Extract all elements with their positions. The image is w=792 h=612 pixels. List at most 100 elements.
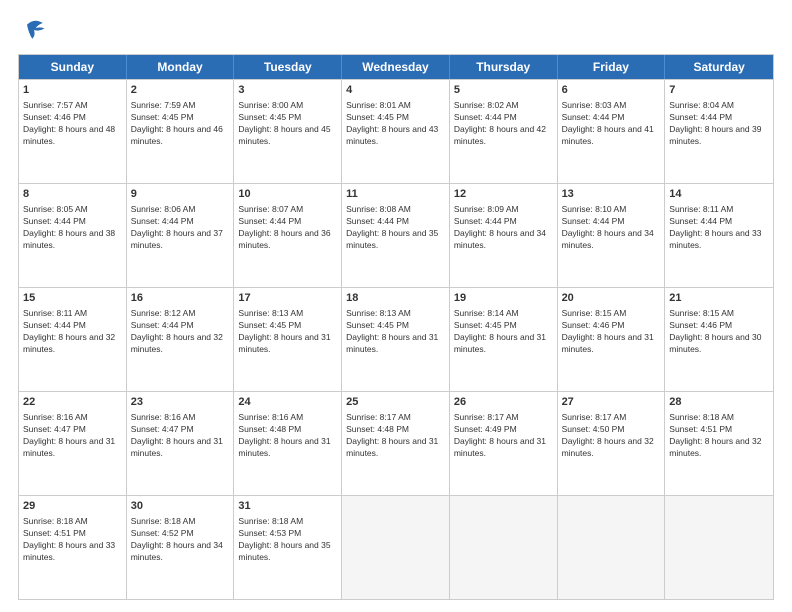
calendar-cell: 29 Sunrise: 8:18 AMSunset: 4:51 PMDayligh… (19, 496, 127, 599)
day-number: 19 (454, 291, 553, 306)
cell-details: Sunrise: 8:16 AMSunset: 4:48 PMDaylight:… (238, 412, 330, 458)
cell-details: Sunrise: 8:14 AMSunset: 4:45 PMDaylight:… (454, 308, 546, 354)
calendar-cell: 24Sunrise: 8:16 AMSunset: 4:48 PMDayligh… (234, 392, 342, 495)
day-number: 6 (562, 83, 661, 98)
day-number: 20 (562, 291, 661, 306)
calendar-cell: 15 Sunrise: 8:11 AMSunset: 4:44 PMDayligh… (19, 288, 127, 391)
cell-details: Sunrise: 7:59 AMSunset: 4:45 PMDaylight:… (131, 100, 223, 146)
calendar-cell: 30 Sunrise: 8:18 AMSunset: 4:52 PMDayligh… (127, 496, 235, 599)
cell-details: Sunrise: 8:02 AMSunset: 4:44 PMDaylight:… (454, 100, 546, 146)
day-number: 15 (23, 291, 122, 306)
calendar-cell: 2 Sunrise: 7:59 AMSunset: 4:45 PMDaylight… (127, 80, 235, 183)
cell-details: Sunrise: 8:17 AMSunset: 4:48 PMDaylight:… (346, 412, 438, 458)
calendar-week: 1 Sunrise: 7:57 AMSunset: 4:46 PMDaylight… (19, 79, 773, 183)
day-number: 3 (238, 83, 337, 98)
day-number: 29 (23, 499, 122, 514)
day-number: 28 (669, 395, 769, 410)
cell-details: Sunrise: 8:13 AMSunset: 4:45 PMDaylight:… (238, 308, 330, 354)
calendar: SundayMondayTuesdayWednesdayThursdayFrid… (18, 54, 774, 600)
cell-details: Sunrise: 8:15 AMSunset: 4:46 PMDaylight:… (669, 308, 761, 354)
cell-details: Sunrise: 8:07 AMSunset: 4:44 PMDaylight:… (238, 204, 330, 250)
calendar-cell (665, 496, 773, 599)
calendar-header-row: SundayMondayTuesdayWednesdayThursdayFrid… (19, 55, 773, 79)
calendar-cell: 10Sunrise: 8:07 AMSunset: 4:44 PMDayligh… (234, 184, 342, 287)
cell-details: Sunrise: 8:18 AMSunset: 4:51 PMDaylight:… (23, 516, 115, 562)
cell-details: Sunrise: 8:13 AMSunset: 4:45 PMDaylight:… (346, 308, 438, 354)
calendar-week: 22 Sunrise: 8:16 AMSunset: 4:47 PMDayligh… (19, 391, 773, 495)
calendar-header-cell: Wednesday (342, 55, 450, 79)
day-number: 12 (454, 187, 553, 202)
cell-details: Sunrise: 8:04 AMSunset: 4:44 PMDaylight:… (669, 100, 761, 146)
day-number: 30 (131, 499, 230, 514)
calendar-header-cell: Saturday (665, 55, 773, 79)
calendar-cell: 16 Sunrise: 8:12 AMSunset: 4:44 PMDayligh… (127, 288, 235, 391)
calendar-header-cell: Thursday (450, 55, 558, 79)
day-number: 26 (454, 395, 553, 410)
cell-details: Sunrise: 8:11 AMSunset: 4:44 PMDaylight:… (669, 204, 761, 250)
day-number: 9 (131, 187, 230, 202)
calendar-cell: 9Sunrise: 8:06 AMSunset: 4:44 PMDaylight… (127, 184, 235, 287)
day-number: 7 (669, 83, 769, 98)
calendar-header-cell: Sunday (19, 55, 127, 79)
day-number: 31 (238, 499, 337, 514)
calendar-cell: 11 Sunrise: 8:08 AMSunset: 4:44 PMDayligh… (342, 184, 450, 287)
logo (18, 16, 48, 44)
day-number: 11 (346, 187, 445, 202)
calendar-cell: 7 Sunrise: 8:04 AMSunset: 4:44 PMDaylight… (665, 80, 773, 183)
day-number: 21 (669, 291, 769, 306)
day-number: 4 (346, 83, 445, 98)
page: SundayMondayTuesdayWednesdayThursdayFrid… (0, 0, 792, 612)
cell-details: Sunrise: 8:05 AMSunset: 4:44 PMDaylight:… (23, 204, 115, 250)
day-number: 25 (346, 395, 445, 410)
calendar-header-cell: Friday (558, 55, 666, 79)
calendar-cell: 4Sunrise: 8:01 AMSunset: 4:45 PMDaylight… (342, 80, 450, 183)
day-number: 1 (23, 83, 122, 98)
cell-details: Sunrise: 8:18 AMSunset: 4:51 PMDaylight:… (669, 412, 761, 458)
calendar-cell: 8Sunrise: 8:05 AMSunset: 4:44 PMDaylight… (19, 184, 127, 287)
day-number: 13 (562, 187, 661, 202)
day-number: 18 (346, 291, 445, 306)
calendar-cell: 14Sunrise: 8:11 AMSunset: 4:44 PMDayligh… (665, 184, 773, 287)
logo-bird-icon (20, 16, 48, 44)
cell-details: Sunrise: 8:00 AMSunset: 4:45 PMDaylight:… (238, 100, 330, 146)
calendar-cell: 18 Sunrise: 8:13 AMSunset: 4:45 PMDayligh… (342, 288, 450, 391)
calendar-cell (558, 496, 666, 599)
calendar-cell: 19 Sunrise: 8:14 AMSunset: 4:45 PMDayligh… (450, 288, 558, 391)
calendar-cell: 28 Sunrise: 8:18 AMSunset: 4:51 PMDayligh… (665, 392, 773, 495)
cell-details: Sunrise: 8:08 AMSunset: 4:44 PMDaylight:… (346, 204, 438, 250)
calendar-body: 1 Sunrise: 7:57 AMSunset: 4:46 PMDaylight… (19, 79, 773, 599)
calendar-cell: 6 Sunrise: 8:03 AMSunset: 4:44 PMDaylight… (558, 80, 666, 183)
calendar-week: 8Sunrise: 8:05 AMSunset: 4:44 PMDaylight… (19, 183, 773, 287)
calendar-cell: 5 Sunrise: 8:02 AMSunset: 4:44 PMDaylight… (450, 80, 558, 183)
calendar-cell: 17Sunrise: 8:13 AMSunset: 4:45 PMDayligh… (234, 288, 342, 391)
cell-details: Sunrise: 8:18 AMSunset: 4:52 PMDaylight:… (131, 516, 223, 562)
calendar-cell: 3 Sunrise: 8:00 AMSunset: 4:45 PMDaylight… (234, 80, 342, 183)
calendar-week: 29 Sunrise: 8:18 AMSunset: 4:51 PMDayligh… (19, 495, 773, 599)
cell-details: Sunrise: 8:03 AMSunset: 4:44 PMDaylight:… (562, 100, 654, 146)
header (18, 16, 774, 44)
day-number: 22 (23, 395, 122, 410)
calendar-header-cell: Tuesday (234, 55, 342, 79)
day-number: 16 (131, 291, 230, 306)
calendar-cell (342, 496, 450, 599)
calendar-cell: 25 Sunrise: 8:17 AMSunset: 4:48 PMDayligh… (342, 392, 450, 495)
calendar-cell: 21 Sunrise: 8:15 AMSunset: 4:46 PMDayligh… (665, 288, 773, 391)
calendar-header-cell: Monday (127, 55, 235, 79)
cell-details: Sunrise: 8:16 AMSunset: 4:47 PMDaylight:… (23, 412, 115, 458)
calendar-cell: 31Sunrise: 8:18 AMSunset: 4:53 PMDayligh… (234, 496, 342, 599)
day-number: 23 (131, 395, 230, 410)
calendar-cell (450, 496, 558, 599)
cell-details: Sunrise: 8:17 AMSunset: 4:49 PMDaylight:… (454, 412, 546, 458)
cell-details: Sunrise: 7:57 AMSunset: 4:46 PMDaylight:… (23, 100, 115, 146)
cell-details: Sunrise: 8:12 AMSunset: 4:44 PMDaylight:… (131, 308, 223, 354)
cell-details: Sunrise: 8:10 AMSunset: 4:44 PMDaylight:… (562, 204, 654, 250)
cell-details: Sunrise: 8:15 AMSunset: 4:46 PMDaylight:… (562, 308, 654, 354)
calendar-cell: 23Sunrise: 8:16 AMSunset: 4:47 PMDayligh… (127, 392, 235, 495)
cell-details: Sunrise: 8:09 AMSunset: 4:44 PMDaylight:… (454, 204, 546, 250)
day-number: 5 (454, 83, 553, 98)
calendar-cell: 12 Sunrise: 8:09 AMSunset: 4:44 PMDayligh… (450, 184, 558, 287)
calendar-cell: 20 Sunrise: 8:15 AMSunset: 4:46 PMDayligh… (558, 288, 666, 391)
calendar-cell: 22 Sunrise: 8:16 AMSunset: 4:47 PMDayligh… (19, 392, 127, 495)
day-number: 2 (131, 83, 230, 98)
cell-details: Sunrise: 8:11 AMSunset: 4:44 PMDaylight:… (23, 308, 115, 354)
